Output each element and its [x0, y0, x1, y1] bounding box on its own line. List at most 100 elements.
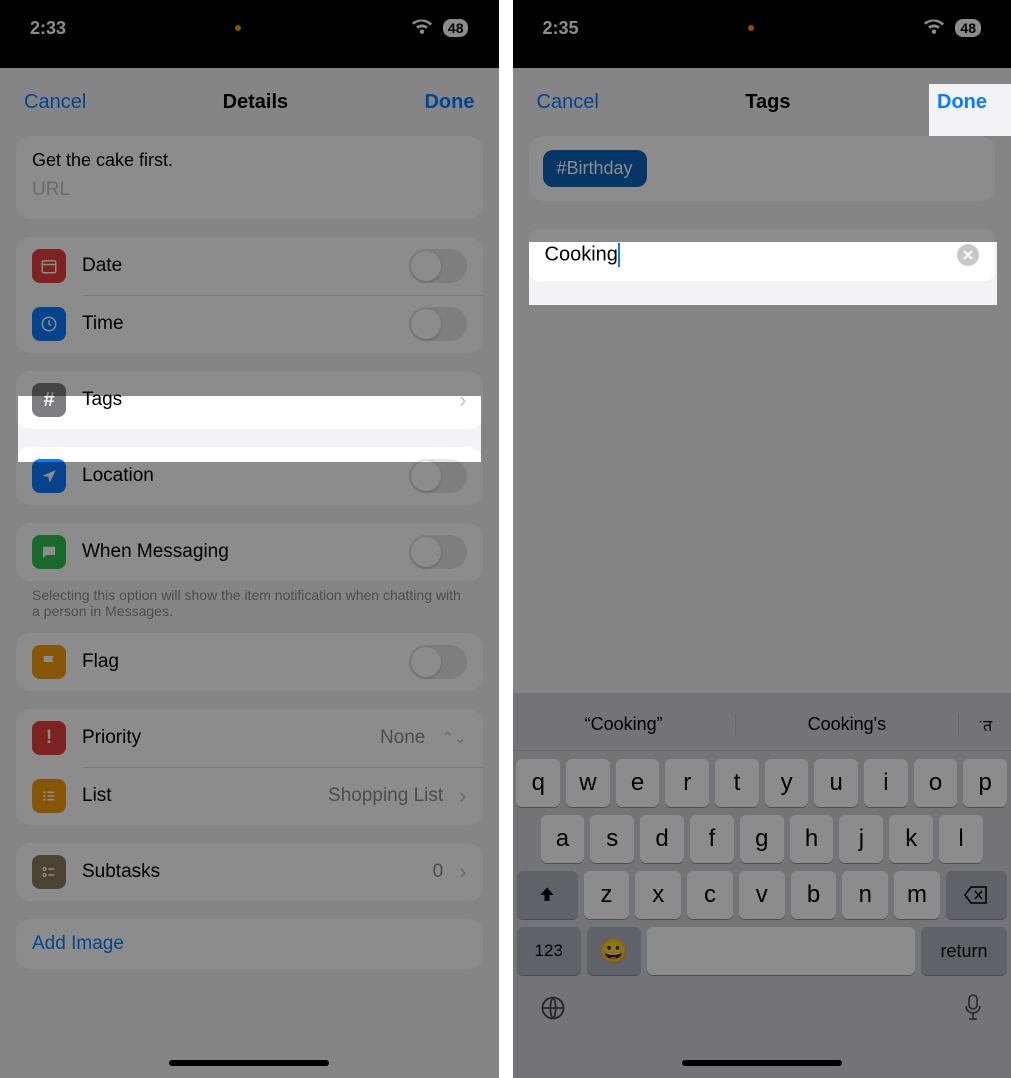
numbers-key[interactable]: 123	[517, 927, 581, 975]
globe-icon[interactable]	[539, 994, 567, 1029]
key-r[interactable]: r	[665, 759, 709, 807]
emoji-key[interactable]: 😀	[587, 927, 641, 975]
navigation-bar: Cancel Tags Done	[513, 68, 1011, 136]
recording-dot-icon	[235, 25, 241, 31]
key-j[interactable]: j	[839, 815, 883, 863]
priority-list-group: ! Priority None ⌃⌄ List Shopping List ›	[16, 709, 483, 825]
location-row[interactable]: Location	[16, 447, 483, 505]
chevron-right-icon: ›	[459, 783, 466, 809]
done-button[interactable]: Done	[937, 91, 987, 114]
return-key[interactable]: return	[921, 927, 1007, 975]
key-b[interactable]: b	[791, 871, 837, 919]
notes-text[interactable]: Get the cake first.	[16, 136, 483, 177]
messaging-toggle[interactable]	[409, 535, 467, 569]
flag-toggle[interactable]	[409, 645, 467, 679]
navigation-icon	[32, 459, 66, 493]
battery-icon: 48	[443, 19, 469, 37]
space-key[interactable]	[647, 927, 915, 975]
list-row[interactable]: List Shopping List ›	[16, 767, 483, 825]
tags-group: # Tags ›	[16, 371, 483, 429]
key-t[interactable]: t	[715, 759, 759, 807]
prediction-lang[interactable]: ॱत	[959, 714, 1011, 736]
notes-group: Get the cake first. URL	[16, 136, 483, 219]
phone-left: 2:33 48 Cancel Details Done Get the cake…	[0, 0, 499, 1078]
key-p[interactable]: p	[963, 759, 1007, 807]
clock-icon	[32, 307, 66, 341]
clear-button[interactable]	[957, 244, 979, 266]
add-image-button[interactable]: Add Image	[16, 919, 483, 969]
subtasks-label: Subtasks	[82, 861, 417, 883]
key-o[interactable]: o	[914, 759, 958, 807]
page-title: Tags	[745, 91, 790, 114]
calendar-icon	[32, 249, 66, 283]
messaging-group: When Messaging	[16, 523, 483, 581]
wifi-icon	[411, 18, 433, 39]
keyboard: “Cooking” Cooking's ॱत qwertyuiop asdfgh…	[513, 693, 1011, 1078]
mic-icon[interactable]	[961, 993, 985, 1030]
key-m[interactable]: m	[894, 871, 940, 919]
flag-label: Flag	[82, 651, 393, 673]
recording-dot-icon	[748, 25, 754, 31]
home-indicator[interactable]	[682, 1060, 842, 1066]
new-tag-input[interactable]: Cooking	[529, 229, 996, 281]
key-d[interactable]: d	[640, 815, 684, 863]
tags-row[interactable]: # Tags ›	[16, 371, 483, 429]
key-v[interactable]: v	[739, 871, 785, 919]
key-x[interactable]: x	[635, 871, 681, 919]
key-z[interactable]: z	[584, 871, 630, 919]
key-a[interactable]: a	[541, 815, 585, 863]
existing-tags-box: #Birthday	[529, 136, 996, 201]
date-row[interactable]: Date	[16, 237, 483, 295]
subtasks-group: Subtasks 0 ›	[16, 843, 483, 901]
key-c[interactable]: c	[687, 871, 733, 919]
message-icon	[32, 535, 66, 569]
cancel-button[interactable]: Cancel	[537, 91, 599, 114]
time-toggle[interactable]	[409, 307, 467, 341]
key-q[interactable]: q	[516, 759, 560, 807]
flag-row[interactable]: Flag	[16, 633, 483, 691]
messaging-footer: Selecting this option will show the item…	[16, 587, 483, 633]
tag-pill[interactable]: #Birthday	[543, 150, 647, 187]
date-toggle[interactable]	[409, 249, 467, 283]
key-u[interactable]: u	[814, 759, 858, 807]
key-i[interactable]: i	[864, 759, 908, 807]
done-button[interactable]: Done	[424, 91, 474, 114]
flag-icon	[32, 645, 66, 679]
flag-group: Flag	[16, 633, 483, 691]
navigation-bar: Cancel Details Done	[0, 68, 499, 136]
key-w[interactable]: w	[566, 759, 610, 807]
prediction-bar: “Cooking” Cooking's ॱत	[513, 699, 1011, 751]
status-time: 2:33	[30, 18, 66, 39]
shift-key[interactable]	[517, 871, 578, 919]
key-s[interactable]: s	[590, 815, 634, 863]
subtasks-row[interactable]: Subtasks 0 ›	[16, 843, 483, 901]
key-h[interactable]: h	[790, 815, 834, 863]
key-l[interactable]: l	[939, 815, 983, 863]
location-toggle[interactable]	[409, 459, 467, 493]
subtasks-icon	[32, 855, 66, 889]
datetime-group: Date Time	[16, 237, 483, 353]
time-row[interactable]: Time	[16, 295, 483, 353]
chevron-right-icon: ›	[459, 387, 466, 413]
key-k[interactable]: k	[889, 815, 933, 863]
key-e[interactable]: e	[616, 759, 660, 807]
priority-label: Priority	[82, 727, 364, 749]
key-g[interactable]: g	[740, 815, 784, 863]
location-label: Location	[82, 465, 393, 487]
key-f[interactable]: f	[690, 815, 734, 863]
priority-row[interactable]: ! Priority None ⌃⌄	[16, 709, 483, 767]
cancel-button[interactable]: Cancel	[24, 91, 86, 114]
time-label: Time	[82, 313, 393, 335]
key-n[interactable]: n	[842, 871, 888, 919]
page-title: Details	[223, 91, 289, 114]
messaging-row[interactable]: When Messaging	[16, 523, 483, 581]
prediction-2[interactable]: Cooking's	[736, 714, 959, 735]
prediction-1[interactable]: “Cooking”	[513, 714, 736, 735]
key-y[interactable]: y	[765, 759, 809, 807]
phone-right: 2:35 48 Cancel Tags Done #Birthday Cooki…	[513, 0, 1011, 1078]
url-field[interactable]: URL	[16, 177, 483, 219]
list-value: Shopping List	[328, 785, 443, 807]
backspace-key[interactable]	[946, 871, 1007, 919]
status-bar: 2:33 48	[0, 0, 499, 56]
home-indicator[interactable]	[169, 1060, 329, 1066]
